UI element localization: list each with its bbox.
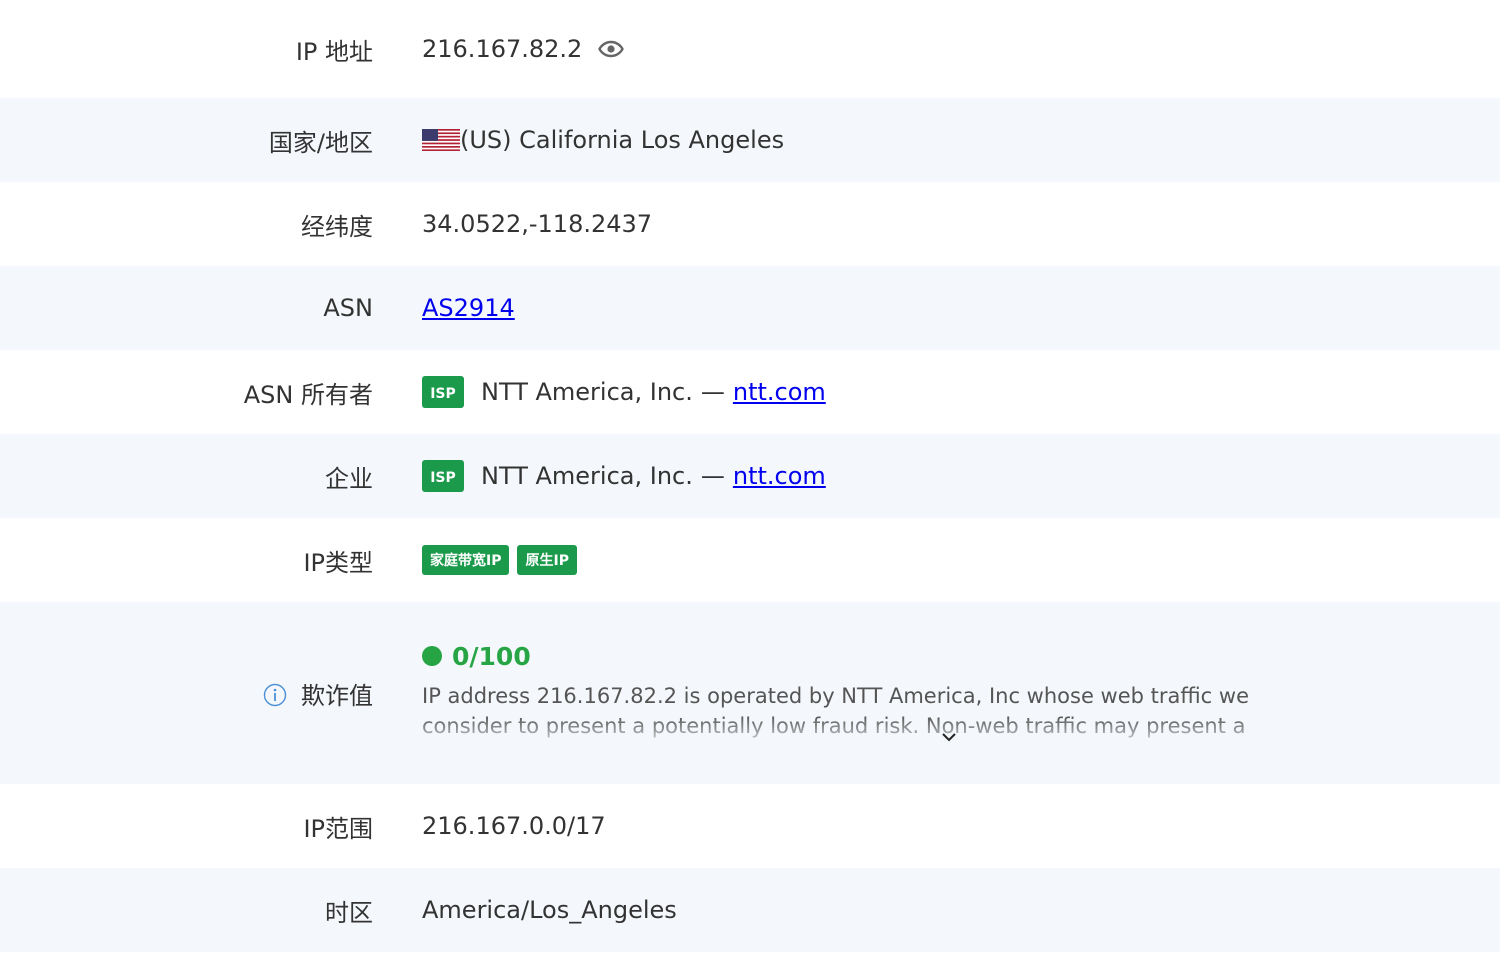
row-asn: ASN AS2914 (0, 266, 1500, 350)
ip-address-value-wrap: 216.167.82.2 (422, 35, 625, 63)
row-ip-type: IP类型 家庭带宽IP 原生IP (0, 518, 1500, 602)
coordinates-value: 34.0522,-118.2437 (422, 210, 653, 238)
row-ip-range: IP范围 216.167.0.0/17 (0, 784, 1500, 868)
row-ip-address: IP 地址 216.167.82.2 (0, 0, 1500, 98)
company-value-wrap: ISP NTT America, Inc. — ntt.com (422, 460, 826, 492)
company-label: 企业 (325, 464, 373, 493)
eye-icon[interactable] (598, 40, 625, 58)
row-timezone: 时区 America/Los_Angeles (0, 868, 1500, 952)
company-name: NTT America, Inc. (481, 462, 693, 490)
ip-range-value: 216.167.0.0/17 (422, 812, 606, 840)
timezone-label: 时区 (325, 898, 373, 927)
ip-address-value: 216.167.82.2 (422, 35, 583, 63)
fraud-score-line: 0/100 (422, 642, 1322, 671)
asn-owner-value-wrap: ISP NTT America, Inc. — ntt.com (422, 376, 826, 408)
info-icon[interactable] (263, 683, 287, 707)
fraud-label-wrap: 欺诈值 (0, 676, 373, 711)
fraud-score: 0/100 (452, 641, 531, 671)
asn-value-wrap: AS2914 (422, 294, 515, 322)
row-company: 企业 ISP NTT America, Inc. — ntt.com (0, 434, 1500, 518)
asn-owner-label: ASN 所有者 (243, 380, 373, 409)
row-fraud-score: 欺诈值 0/100 IP address 216.167.82.2 is ope… (0, 602, 1500, 784)
asn-owner-domain-link[interactable]: ntt.com (733, 378, 826, 406)
country-label: 国家/地区 (268, 128, 373, 157)
ip-type-tags: 家庭带宽IP 原生IP (422, 545, 585, 575)
tag-native-ip: 原生IP (517, 545, 577, 575)
row-asn-owner: ASN 所有者 ISP NTT America, Inc. — ntt.com (0, 350, 1500, 434)
asn-owner-name: NTT America, Inc. (481, 378, 693, 406)
chevron-down-icon[interactable] (938, 729, 960, 745)
country-value: (US) California Los Angeles (460, 126, 785, 154)
isp-badge: ISP (422, 376, 464, 408)
isp-badge: ISP (422, 460, 464, 492)
timezone-value: America/Los_Angeles (422, 896, 677, 924)
tag-residential-ip: 家庭带宽IP (422, 545, 510, 575)
separator-dash: — (700, 462, 725, 490)
ip-range-label: IP范围 (303, 814, 373, 843)
coordinates-label: 经纬度 (301, 212, 373, 241)
row-country: 国家/地区 (US) California Los Angeles (0, 98, 1500, 182)
fraud-label: 欺诈值 (301, 681, 373, 710)
fraud-description: IP address 216.167.82.2 is operated by N… (422, 683, 1311, 745)
asn-link[interactable]: AS2914 (422, 294, 515, 322)
row-coordinates: 经纬度 34.0522,-118.2437 (0, 182, 1500, 266)
ip-address-label: IP 地址 (295, 37, 373, 66)
ip-type-label: IP类型 (303, 548, 373, 577)
fraud-content: 0/100 IP address 216.167.82.2 is operate… (422, 642, 1322, 745)
separator-dash: — (700, 378, 725, 406)
company-domain-link[interactable]: ntt.com (733, 462, 826, 490)
country-value-wrap: (US) California Los Angeles (422, 126, 784, 154)
status-dot-icon (422, 646, 442, 666)
us-flag-icon (422, 129, 460, 151)
ip-info-table: IP 地址 216.167.82.2 国家/地区 (US) California… (0, 0, 1500, 952)
asn-label: ASN (323, 294, 373, 322)
